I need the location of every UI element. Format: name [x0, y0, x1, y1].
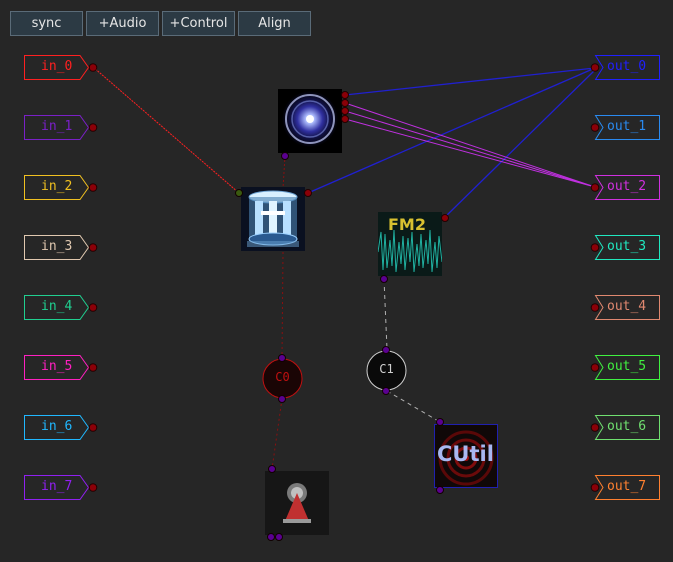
input-port-in-2[interactable]: in_2: [24, 175, 98, 200]
patch-cables: [92, 66, 596, 470]
control-label: C0: [275, 370, 290, 384]
audio-out-jack-1[interactable]: [341, 91, 349, 99]
control-c1[interactable]: C1: [366, 346, 407, 395]
cv-in-jack[interactable]: [382, 346, 390, 354]
audio-out-jack[interactable]: [441, 214, 449, 222]
output-port-label: out_0: [607, 59, 647, 74]
cv-out-jack[interactable]: [380, 275, 388, 283]
cutil-module[interactable]: CUtil: [434, 418, 498, 494]
input-port-label: in_1: [41, 119, 73, 134]
cylinder-module[interactable]: [235, 187, 312, 251]
cable-sphere-to-module: [282, 155, 286, 189]
output-port-out-7[interactable]: out_7: [590, 475, 660, 500]
control-label: C1: [379, 362, 394, 376]
input-port-label: in_2: [41, 179, 73, 194]
cv-in-jack[interactable]: [268, 465, 276, 473]
fm2-label: FM2: [388, 215, 426, 234]
input-port-in-3[interactable]: in_3: [24, 235, 98, 260]
cv-in-jack[interactable]: [278, 354, 286, 362]
cable-c1-to-cutil: [386, 390, 441, 423]
output-port-out-2[interactable]: out_2: [590, 175, 660, 200]
input-port-label: in_6: [41, 419, 73, 434]
input-port-in-7[interactable]: in_7: [24, 475, 98, 500]
cutil-label: CUtil: [437, 442, 494, 466]
cable-sphere-to-out2-c: [344, 118, 596, 188]
cable-sphere-to-out0: [344, 67, 596, 96]
audio-in-jack[interactable]: [235, 189, 243, 197]
output-port-out-5[interactable]: out_5: [590, 355, 660, 380]
cv-out-jack-1[interactable]: [267, 533, 275, 541]
sphere-module[interactable]: [278, 89, 349, 160]
input-port-label: in_3: [41, 239, 73, 254]
input-port-label: in_5: [41, 359, 73, 374]
input-port-in-4[interactable]: in_4: [24, 295, 98, 320]
keyhole-module[interactable]: [265, 465, 329, 541]
cv-out-jack[interactable]: [281, 152, 289, 160]
cable-in0-to-module: [92, 66, 240, 194]
audio-out-jack-4[interactable]: [341, 115, 349, 123]
output-port-label: out_3: [607, 239, 647, 254]
cable-fm2-to-c1: [383, 278, 388, 350]
fm2-module[interactable]: FM2: [378, 212, 449, 283]
cable-module-to-c0: [281, 251, 284, 358]
input-port-in-6[interactable]: in_6: [24, 415, 98, 440]
output-port-label: out_6: [607, 419, 647, 434]
output-port-label: out_5: [607, 359, 647, 374]
input-port-label: in_0: [41, 59, 73, 74]
input-port-in-5[interactable]: in_5: [24, 355, 98, 380]
output-port-out-0[interactable]: out_0: [590, 55, 660, 80]
cable-sphere-to-out2-a: [344, 102, 596, 188]
output-port-label: out_1: [607, 119, 647, 134]
input-port-in-1[interactable]: in_1: [24, 115, 98, 140]
output-port-out-6[interactable]: out_6: [590, 415, 660, 440]
audio-out-jack-2[interactable]: [341, 99, 349, 107]
output-port-label: out_2: [607, 179, 647, 194]
cylinder-icon: [241, 187, 305, 251]
cv-out-jack-2[interactable]: [275, 533, 283, 541]
cv-in-jack[interactable]: [436, 418, 444, 426]
input-port-label: in_4: [41, 299, 73, 314]
output-port-out-3[interactable]: out_3: [590, 235, 660, 260]
input-port-in-0[interactable]: in_0: [24, 55, 98, 80]
sphere-icon: [278, 89, 342, 153]
output-port-label: out_7: [607, 479, 647, 494]
cv-out-jack[interactable]: [436, 486, 444, 494]
keyhole-icon: [265, 471, 329, 535]
output-port-out-4[interactable]: out_4: [590, 295, 660, 320]
cv-out-jack[interactable]: [278, 395, 286, 403]
audio-out-jack[interactable]: [304, 189, 312, 197]
output-port-out-1[interactable]: out_1: [590, 115, 660, 140]
input-port-label: in_7: [41, 479, 73, 494]
audio-out-jack-3[interactable]: [341, 107, 349, 115]
control-c0[interactable]: C0: [262, 354, 303, 403]
cable-c0-to-keyhole: [271, 398, 283, 470]
output-port-label: out_4: [607, 299, 647, 314]
cv-out-jack[interactable]: [382, 387, 390, 395]
